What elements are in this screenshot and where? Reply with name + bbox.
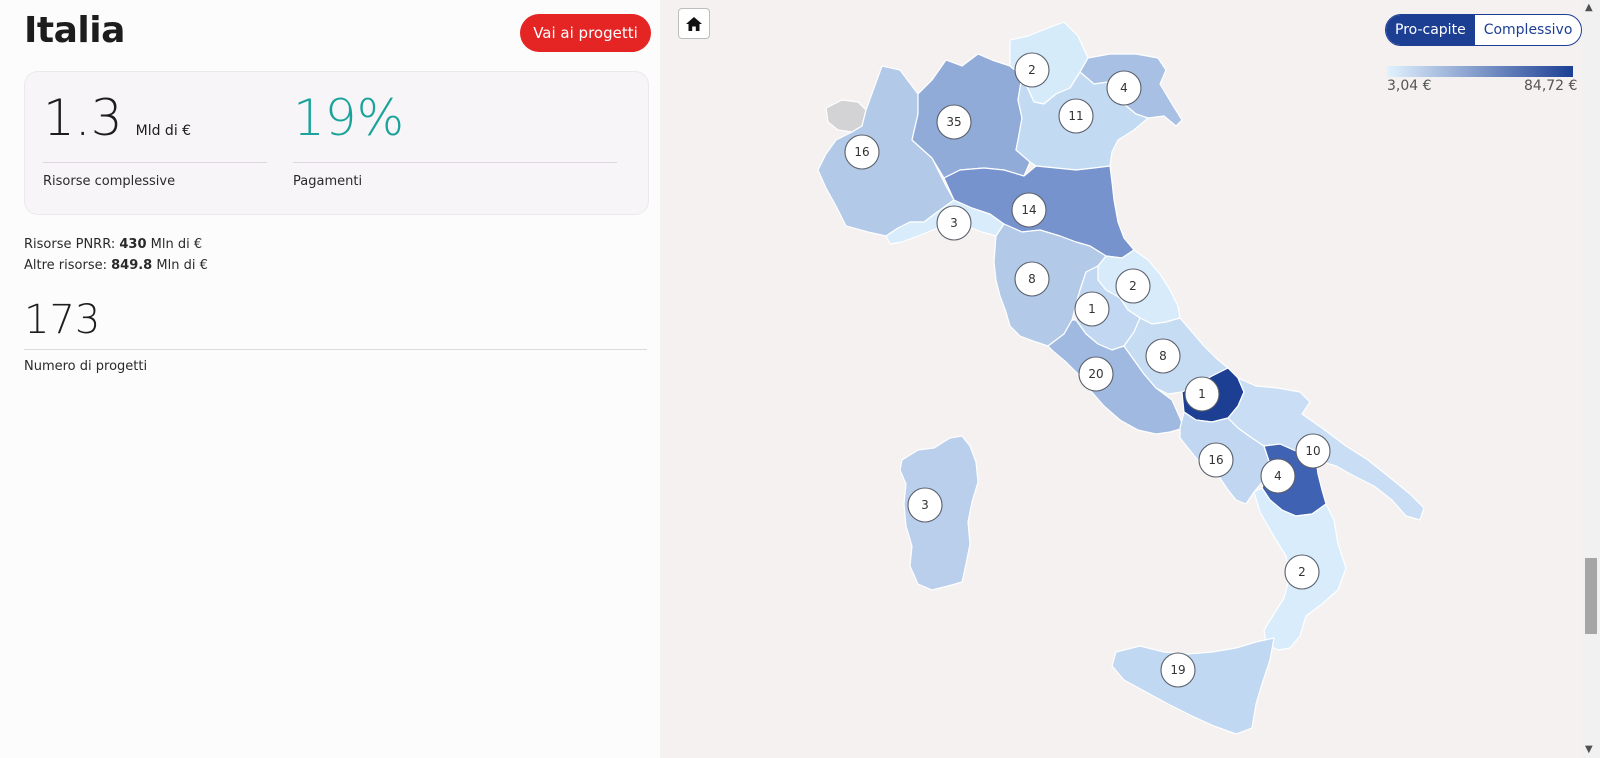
- projects-count: 173: [24, 297, 101, 343]
- divider: [293, 162, 617, 163]
- divider: [43, 162, 267, 163]
- resources-unit: Mld di €: [135, 123, 192, 139]
- marker-count: 14: [1021, 203, 1036, 217]
- payments-stat: 19% Pagamenti: [293, 88, 617, 189]
- payments-value: 19%: [293, 89, 405, 147]
- project-count-marker-sicilia[interactable]: 19: [1160, 652, 1196, 688]
- scroll-up-icon[interactable]: ▲: [1585, 2, 1593, 13]
- scrollbar-thumb[interactable]: [1585, 558, 1597, 634]
- project-count-marker-marche[interactable]: 2: [1115, 268, 1151, 304]
- region-sicilia[interactable]: [1111, 637, 1275, 735]
- marker-count: 16: [854, 145, 869, 159]
- other-unit: Mln di €: [152, 258, 208, 273]
- project-count-marker-molise[interactable]: 1: [1184, 376, 1220, 412]
- scroll-down-icon[interactable]: ▼: [1585, 744, 1593, 755]
- project-count-marker-puglia[interactable]: 10: [1295, 433, 1331, 469]
- project-count-marker-friuli-venezia-giulia[interactable]: 4: [1106, 70, 1142, 106]
- home-button[interactable]: [678, 8, 710, 39]
- pnrr-unit: Mln di €: [146, 237, 203, 252]
- color-scale-bar: [1387, 66, 1573, 77]
- pnrr-line: Risorse PNRR: 430 Mln di €: [24, 234, 208, 255]
- marker-count: 8: [1159, 349, 1167, 363]
- marker-count: 35: [946, 115, 961, 129]
- project-count-marker-sardegna[interactable]: 3: [907, 487, 943, 523]
- project-count-marker-lazio[interactable]: 20: [1078, 356, 1114, 392]
- marker-count: 8: [1028, 272, 1036, 286]
- page-title: Italia: [24, 10, 125, 51]
- summary-panel: Italia Vai ai progetti 1.3 Mld di € Riso…: [0, 0, 660, 758]
- project-count-marker-liguria[interactable]: 3: [936, 205, 972, 241]
- project-count-marker-emilia-romagna[interactable]: 14: [1011, 192, 1047, 228]
- divider: [24, 349, 647, 350]
- marker-count: 3: [921, 498, 929, 512]
- marker-count: 20: [1088, 367, 1103, 381]
- metric-toggle[interactable]: Pro-capite Complessivo: [1385, 14, 1583, 46]
- toggle-complessivo[interactable]: Complessivo: [1475, 15, 1582, 45]
- marker-count: 4: [1274, 469, 1282, 483]
- italy-map[interactable]: 16 35 2 11 4 3 14 8 1 2 20 8 1 16 10 4 2 19 3: [660, 0, 1582, 758]
- legend-max: 84,72 €: [1524, 78, 1578, 94]
- project-count-marker-campania[interactable]: 16: [1198, 442, 1234, 478]
- other-label: Altre risorse:: [24, 258, 112, 273]
- resources-label: Risorse complessive: [43, 174, 176, 189]
- project-count-marker-umbria[interactable]: 1: [1074, 291, 1110, 327]
- projects-count-label: Numero di progetti: [24, 359, 148, 374]
- resources-breakdown: Risorse PNRR: 430 Mln di € Altre risorse…: [24, 234, 208, 276]
- marker-count: 2: [1298, 565, 1306, 579]
- project-count-marker-lombardia[interactable]: 35: [936, 104, 972, 140]
- project-count-marker-calabria[interactable]: 2: [1284, 554, 1320, 590]
- project-count-marker-abruzzo[interactable]: 8: [1145, 338, 1181, 374]
- marker-count: 4: [1120, 81, 1128, 95]
- marker-count: 2: [1129, 279, 1137, 293]
- project-count-marker-veneto[interactable]: 11: [1058, 98, 1094, 134]
- marker-count: 19: [1170, 663, 1185, 677]
- marker-count: 11: [1068, 109, 1083, 123]
- go-to-projects-button[interactable]: Vai ai progetti: [520, 14, 651, 52]
- resources-value: 1.3: [43, 89, 123, 147]
- marker-count: 3: [950, 216, 958, 230]
- pnrr-label: Risorse PNRR:: [24, 237, 120, 252]
- project-count-marker-toscana[interactable]: 8: [1014, 261, 1050, 297]
- other-line: Altre risorse: 849.8 Mln di €: [24, 255, 208, 276]
- pnrr-value: 430: [119, 237, 147, 252]
- project-count-marker-basilicata[interactable]: 4: [1260, 458, 1296, 494]
- other-value: 849.8: [111, 258, 153, 273]
- project-count-marker-piemonte[interactable]: 16: [844, 134, 880, 170]
- scrollbar[interactable]: [1582, 0, 1600, 758]
- marker-count: 2: [1028, 63, 1036, 77]
- marker-count: 1: [1088, 302, 1096, 316]
- toggle-pro-capite[interactable]: Pro-capite: [1386, 15, 1475, 45]
- marker-count: 16: [1208, 453, 1223, 467]
- summary-card: 1.3 Mld di € Risorse complessive 19% Pag…: [24, 71, 649, 215]
- resources-stat: 1.3 Mld di € Risorse complessive: [43, 88, 267, 189]
- payments-label: Pagamenti: [293, 174, 363, 189]
- legend-min: 3,04 €: [1387, 78, 1432, 94]
- marker-count: 1: [1198, 387, 1206, 401]
- marker-count: 10: [1305, 444, 1320, 458]
- project-count-marker-trentino-alto-adige[interactable]: 2: [1014, 52, 1050, 88]
- home-icon: [686, 16, 702, 31]
